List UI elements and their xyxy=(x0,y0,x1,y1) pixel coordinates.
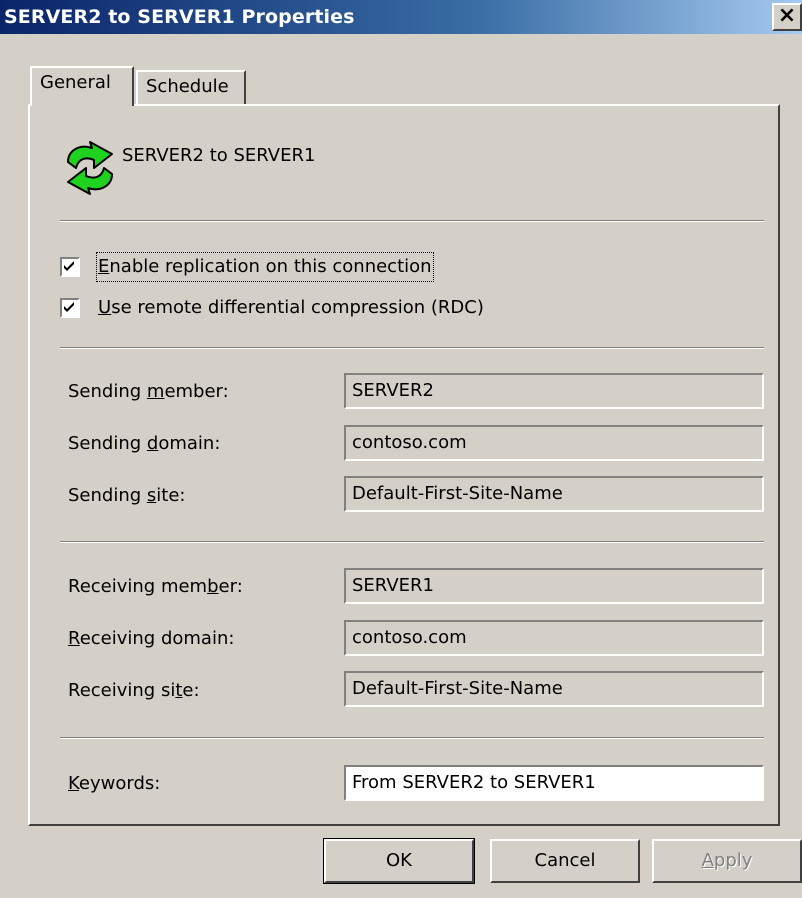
apply-button[interactable]: Apply xyxy=(652,839,802,883)
use-rdc-label: Use remote differential compression (RDC… xyxy=(98,297,484,318)
receiving-member-field[interactable]: SERVER1 xyxy=(344,568,764,604)
sending-domain-field[interactable]: contoso.com xyxy=(344,425,764,461)
checkbox-box[interactable] xyxy=(60,257,80,277)
use-rdc-checkbox[interactable]: Use remote differential compression (RDC… xyxy=(60,295,520,321)
sending-site-field[interactable]: Default-First-Site-Name xyxy=(344,476,764,512)
window-title: SERVER2 to SERVER1 Properties xyxy=(4,6,355,28)
sending-member-label: Sending member: xyxy=(68,381,229,402)
tab-general-label: General xyxy=(40,72,111,93)
title-bar[interactable]: SERVER2 to SERVER1 Properties × xyxy=(0,0,802,34)
checkmark-icon xyxy=(64,261,74,271)
receiving-site-field[interactable]: Default-First-Site-Name xyxy=(344,671,764,707)
close-button[interactable]: × xyxy=(772,3,802,31)
connection-name: SERVER2 to SERVER1 xyxy=(122,145,316,166)
tab-schedule-label: Schedule xyxy=(146,76,229,97)
sending-site-label: Sending site: xyxy=(68,485,186,506)
sending-domain-label: Sending domain: xyxy=(68,433,221,454)
enable-replication-label: Enable replication on this connection xyxy=(96,252,434,282)
receiving-domain-field[interactable]: contoso.com xyxy=(344,620,764,656)
keywords-input[interactable]: From SERVER2 to SERVER1 xyxy=(344,765,764,801)
receiving-domain-label: Receiving domain: xyxy=(68,628,235,649)
receiving-site-label: Receiving site: xyxy=(68,680,200,701)
cancel-button[interactable]: Cancel xyxy=(490,839,640,883)
separator xyxy=(60,737,764,739)
enable-replication-checkbox[interactable]: Enable replication on this connection xyxy=(60,252,480,282)
tab-general[interactable]: General xyxy=(30,66,134,106)
general-tab-panel xyxy=(28,104,780,826)
ok-button[interactable]: OK xyxy=(323,838,475,884)
separator xyxy=(60,541,764,543)
sending-member-field[interactable]: SERVER2 xyxy=(344,373,764,409)
keywords-label: Keywords: xyxy=(68,773,161,794)
tab-schedule[interactable]: Schedule xyxy=(136,70,246,104)
separator xyxy=(60,220,764,222)
replication-arrows-icon xyxy=(67,141,113,195)
properties-dialog: SERVER2 to SERVER1 Properties × General … xyxy=(0,0,802,898)
close-icon: × xyxy=(777,3,797,28)
receiving-member-label: Receiving member: xyxy=(68,576,243,597)
checkbox-box[interactable] xyxy=(60,298,80,318)
checkmark-icon xyxy=(64,302,74,312)
separator xyxy=(60,347,764,349)
